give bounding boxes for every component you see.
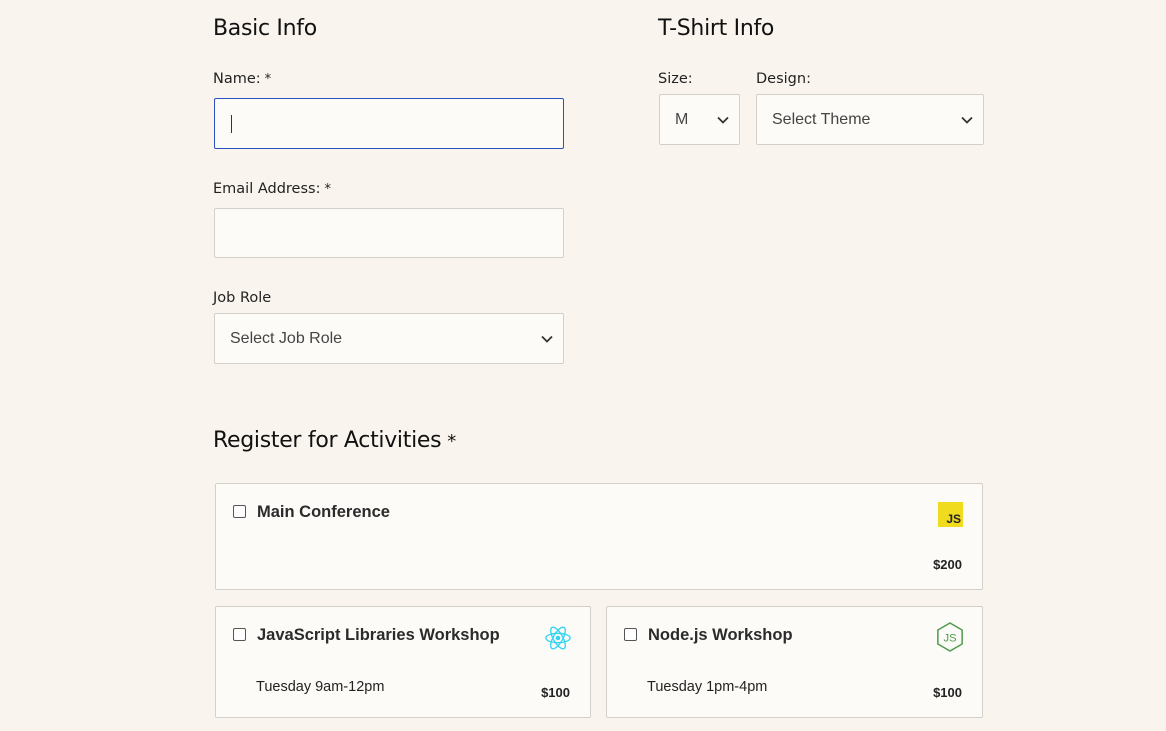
required-marker: * xyxy=(447,431,456,452)
job-role-label: Job Role xyxy=(213,290,272,306)
email-input[interactable] xyxy=(214,208,564,258)
react-icon xyxy=(545,626,571,650)
activity-checkbox[interactable] xyxy=(233,505,246,518)
activity-price: $100 xyxy=(933,685,962,700)
job-role-select[interactable]: Select Job Role xyxy=(214,313,564,364)
design-label: Design: xyxy=(756,71,811,87)
activity-title: JavaScript Libraries Workshop xyxy=(257,626,500,644)
registration-form: Basic Info Name: * Email Address: * Job Ro… xyxy=(0,0,1166,731)
email-label: Email Address: * xyxy=(213,181,331,197)
activity-checkbox[interactable] xyxy=(233,628,246,641)
activity-time: Tuesday 1pm-4pm xyxy=(647,679,768,695)
design-select[interactable]: Select Theme xyxy=(756,94,984,145)
size-select[interactable]: M xyxy=(659,94,740,145)
activities-heading: Register for Activities * xyxy=(213,428,456,453)
size-selected: M xyxy=(675,110,689,128)
chevron-down-icon xyxy=(717,116,729,124)
activity-checkbox[interactable] xyxy=(624,628,637,641)
activity-price: $200 xyxy=(933,557,962,572)
design-selected: Select Theme xyxy=(772,110,871,128)
size-label: Size: xyxy=(658,71,693,87)
activity-card-main-conference[interactable]: Main Conference JS $200 xyxy=(215,483,983,590)
activity-title: Main Conference xyxy=(257,503,390,521)
required-marker: * xyxy=(324,182,331,197)
job-role-selected: Select Job Role xyxy=(230,329,343,347)
email-label-text: Email Address: xyxy=(213,181,321,197)
text-caret xyxy=(231,115,232,133)
name-input[interactable] xyxy=(214,98,564,149)
activity-card-nodejs[interactable]: Node.js Workshop JS Tuesday 1pm-4pm $100 xyxy=(606,606,983,718)
activities-heading-text: Register for Activities xyxy=(213,428,442,453)
nodejs-icon: JS xyxy=(937,622,963,652)
chevron-down-icon xyxy=(541,335,553,343)
activity-card-js-libraries[interactable]: JavaScript Libraries Workshop Tuesday 9a… xyxy=(215,606,591,718)
activity-price: $100 xyxy=(541,685,570,700)
activity-title: Node.js Workshop xyxy=(648,626,793,644)
chevron-down-icon xyxy=(961,116,973,124)
javascript-icon: JS xyxy=(938,502,963,527)
activity-time: Tuesday 9am-12pm xyxy=(256,679,385,695)
basic-info-heading: Basic Info xyxy=(213,16,317,41)
name-label: Name: * xyxy=(213,71,271,87)
tshirt-info-heading: T-Shirt Info xyxy=(658,16,775,41)
svg-text:JS: JS xyxy=(943,633,956,645)
name-label-text: Name: xyxy=(213,71,261,87)
required-marker: * xyxy=(264,72,272,87)
